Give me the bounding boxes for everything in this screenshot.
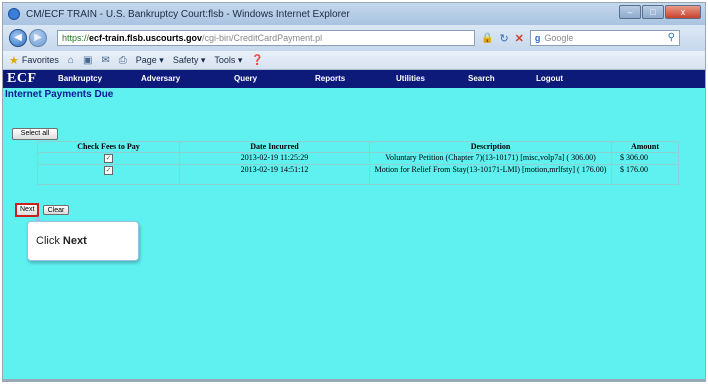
maximize-button[interactable]: □ [642,5,664,19]
callout-arrow [34,216,42,222]
description-cell: Voluntary Petition (Chapter 7)(13-10171)… [369,152,612,165]
amount-cell: $ 306.00 [611,152,679,165]
callout-text: Click Next [36,235,87,247]
fees-table: Check Fees to Pay Date Incurred Descript… [37,141,679,185]
fee-checkbox-cell: ✓ [37,152,180,165]
window-title: CM/ECF TRAIN - U.S. Bankruptcy Court:fls… [26,8,350,20]
amount-cell: $ 176.00 [611,164,679,185]
url-input[interactable]: https:// ecf-train.flsb.uscourts.gov /cg… [57,30,475,46]
callout-prefix: Click [36,235,63,247]
callout-emphasis: Next [62,235,87,247]
window-controls: – □ x [619,5,701,19]
url-protocol: https:// [62,33,90,43]
print-icon[interactable]: ⎙ [119,55,127,66]
ecf-logo[interactable]: ECF [7,71,37,87]
menu-query[interactable]: Query [234,74,257,83]
tools-menu[interactable]: Tools ▾ [214,55,242,66]
url-domain: ecf-train.flsb.uscourts.gov [89,33,203,43]
menu-logout[interactable]: Logout [536,74,563,83]
column-date-incurred: Date Incurred [179,141,370,153]
star-icon: ★ [9,54,19,67]
mail-icon[interactable]: ✉ [101,55,109,66]
help-icon[interactable]: ❓ [251,55,263,66]
forward-button[interactable]: ▶ [29,29,47,47]
menu-utilities[interactable]: Utilities [396,74,425,83]
date-cell: 2013-02-19 11:25:29 [179,152,370,165]
table-row: ✓ 2013-02-19 11:25:29 Voluntary Petition… [37,152,679,165]
back-button[interactable]: ◀ [9,29,27,47]
menu-reports[interactable]: Reports [315,74,345,83]
column-amount: Amount [611,141,679,153]
command-bar: ★ Favorites ⌂ ▣ ✉ ⎙ Page ▾ Safety ▾ Tool… [3,51,705,70]
title-bar: CM/ECF TRAIN - U.S. Bankruptcy Court:fls… [3,3,705,25]
clear-button[interactable]: Clear [43,205,69,215]
stop-icon[interactable]: ✕ [515,32,524,45]
google-icon: g [534,33,541,43]
page-menu[interactable]: Page ▾ [136,55,164,66]
menu-bankruptcy[interactable]: Bankruptcy [58,74,102,83]
lock-icon[interactable]: 🔒 [481,33,493,44]
url-path: /cgi-bin/CreditCardPayment.pl [202,33,323,43]
search-placeholder: Google [544,33,574,43]
description-cell: Motion for Relief From Stay(13-10171-LMI… [369,164,612,185]
menu-adversary[interactable]: Adversary [141,74,180,83]
fee-checkbox[interactable]: ✓ [104,165,113,175]
menu-search[interactable]: Search [468,74,495,83]
safety-menu[interactable]: Safety ▾ [173,55,206,66]
feeds-icon[interactable]: ▣ [83,55,92,66]
search-input[interactable]: g Google ⚲ [529,30,680,46]
search-icon[interactable]: ⚲ [668,31,675,45]
address-bar: ◀ ▶ https:// ecf-train.flsb.uscourts.gov… [3,25,705,51]
page-title: Internet Payments Due [5,89,114,100]
refresh-icon[interactable]: ↻ [499,32,508,45]
table-header-row: Check Fees to Pay Date Incurred Descript… [37,141,679,153]
fee-checkbox[interactable]: ✓ [104,153,113,163]
column-description: Description [369,141,612,153]
ecf-menu-bar: ECF Bankruptcy Adversary Query Reports U… [3,70,705,88]
instruction-callout: Click Next [27,216,139,261]
date-cell: 2013-02-19 14:51:12 [179,164,370,185]
favorites-label: Favorites [21,55,59,65]
table-row: ✓ 2013-02-19 14:51:12 Motion for Relief … [37,164,679,185]
fee-checkbox-cell: ✓ [37,164,180,185]
close-button[interactable]: x [665,5,701,19]
ie-logo-icon [8,8,20,20]
home-icon[interactable]: ⌂ [68,55,74,66]
select-all-button[interactable]: Select all [12,128,58,140]
status-bar [3,379,705,381]
favorites-button[interactable]: ★ Favorites [9,54,59,67]
column-check-fees: Check Fees to Pay [37,141,180,153]
minimize-button[interactable]: – [619,5,641,19]
browser-window: CM/ECF TRAIN - U.S. Bankruptcy Court:fls… [2,2,706,382]
next-button[interactable]: Next [17,205,37,215]
